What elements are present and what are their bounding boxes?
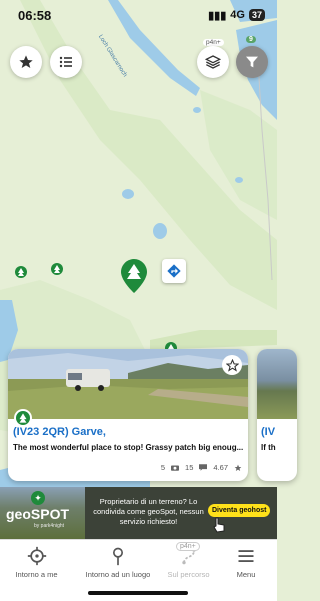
comment-icon [199, 464, 208, 471]
place-photo [8, 349, 248, 419]
tab-around-me[interactable]: Intorno a me [2, 546, 71, 579]
layers-icon [205, 55, 221, 69]
signal-icon: ▮▮▮ [208, 9, 227, 22]
directions-button[interactable] [162, 259, 186, 283]
banner-message: Proprietario di un terreno? Lo condivida… [93, 497, 204, 526]
geospot-banner[interactable]: ✦ geoSPOT by park4night Proprietario di … [0, 487, 277, 539]
next-place-card[interactable]: (IV If th [257, 349, 297, 481]
place-description: The most wonderful place to stop! Grassy… [13, 443, 244, 452]
directions-icon [167, 264, 181, 278]
tab-on-route-label: Sul percorso [167, 570, 210, 579]
p4n-plus-badge: p4n+ [203, 39, 224, 46]
bottom-tab-bar: Intorno a me Intorno ad un luogo Sul per… [0, 539, 277, 601]
list-view-button[interactable] [50, 46, 82, 78]
crosshair-icon [27, 546, 46, 566]
place-title: (IV23 2QR) Garve, [13, 426, 106, 438]
place-type-badge [14, 409, 32, 427]
selected-map-pin[interactable] [121, 259, 147, 298]
list-icon [59, 56, 72, 68]
filter-icon [246, 56, 258, 68]
map-pin-small[interactable] [51, 263, 63, 282]
tree-icon [15, 266, 27, 278]
tab-menu[interactable]: Menu [216, 546, 276, 579]
hamburger-menu-icon [238, 550, 254, 562]
status-bar: 06:58 ▮▮▮ 4G 37 [0, 0, 277, 30]
tab-around-place[interactable]: Intorno ad un luogo [78, 546, 158, 579]
geospot-logo-icon: ✦ [31, 491, 45, 505]
location-pin-icon [113, 547, 123, 566]
camera-icon [171, 465, 180, 471]
favorites-button[interactable] [10, 46, 42, 78]
home-indicator [88, 591, 188, 595]
filter-button[interactable] [236, 46, 268, 78]
next-place-title: (IV [261, 426, 276, 438]
become-geohost-button[interactable]: Diventa geohost [208, 504, 271, 517]
tree-icon [16, 411, 30, 425]
star-icon [234, 464, 242, 471]
tab-around-place-label: Intorno ad un luogo [85, 570, 151, 579]
favorite-toggle[interactable] [222, 355, 242, 375]
next-place-photo [257, 349, 297, 419]
rating-value: 4.67 [213, 463, 228, 472]
p4n-plus-tab-badge: p4n+ [176, 542, 200, 551]
geospot-logo-sub: by park4night [34, 523, 65, 529]
star-outline-icon [225, 358, 239, 372]
tab-around-me-label: Intorno a me [15, 570, 58, 579]
status-time: 06:58 [18, 7, 52, 23]
place-card[interactable]: (IV23 2QR) Garve, The most wonderful pla… [8, 349, 248, 481]
battery-icon: 37 [248, 9, 265, 21]
review-count: 15 [185, 463, 194, 472]
map-pin-small[interactable] [15, 266, 27, 285]
filter-count-badge: 9 [246, 36, 256, 43]
map-layers-button[interactable] [197, 46, 229, 78]
tree-icon [51, 263, 63, 275]
geospot-logo: geoSPOT [6, 506, 70, 522]
network-label: 4G [230, 9, 245, 21]
pointer-hand-icon [213, 517, 225, 533]
next-place-description: If th [261, 443, 276, 452]
photo-count: 5 [160, 463, 166, 472]
place-stats: 5 15 4.67 [161, 463, 242, 472]
tree-pin-icon [121, 259, 147, 293]
tab-menu-label: Menu [236, 570, 256, 579]
star-icon [19, 55, 33, 68]
